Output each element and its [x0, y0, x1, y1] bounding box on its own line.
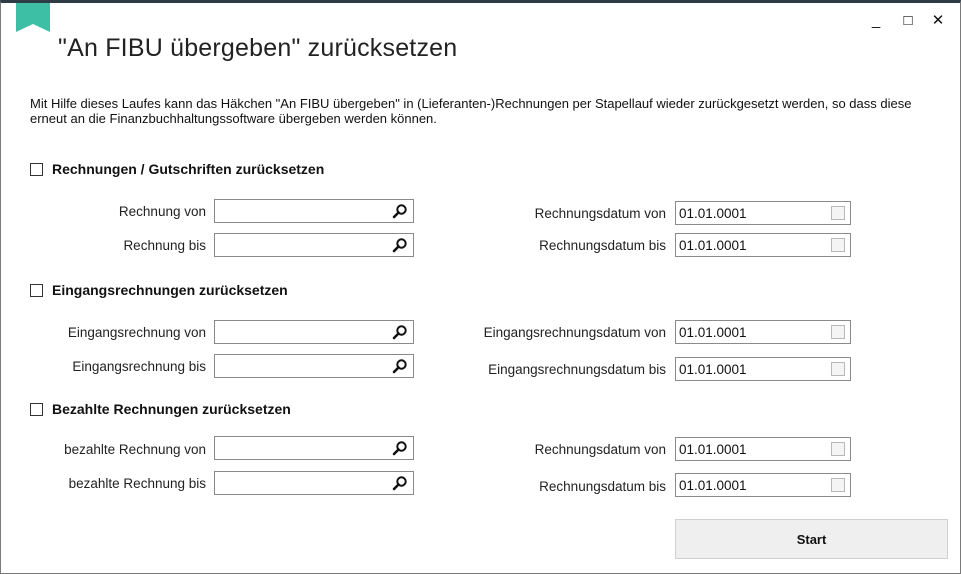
bezahlte-rechnung-bis-input[interactable] — [214, 471, 414, 495]
section-rechnungen[interactable]: Rechnungen / Gutschriften zurücksetzen — [30, 161, 324, 177]
calendar-icon[interactable] — [831, 238, 845, 252]
section-bezahlte-rechnungen[interactable]: Bezahlte Rechnungen zurücksetzen — [30, 401, 291, 417]
label-rechnung-von: Rechnung von — [118, 204, 206, 219]
date-value: 01.01.0001 — [679, 362, 747, 377]
label-bezahlte-rechnung-bis: bezahlte Rechnung bis — [68, 476, 206, 491]
checkbox-bezahlte-rechnungen[interactable] — [30, 402, 43, 416]
section-label: Eingangsrechnungen zurücksetzen — [52, 282, 288, 298]
rechnung-bis-input[interactable] — [214, 233, 414, 257]
search-icon[interactable] — [392, 440, 408, 456]
date-value: 01.01.0001 — [679, 206, 747, 221]
label-bezahlt-rechnungsdatum-von: Rechnungsdatum von — [534, 442, 666, 457]
search-icon[interactable] — [392, 475, 408, 491]
eingangsrechnungsdatum-bis-field[interactable]: 01.01.0001 — [675, 357, 851, 381]
rechnung-von-input[interactable] — [214, 199, 414, 223]
bezahlte-rechnung-von-input[interactable] — [214, 436, 414, 460]
label-eingangsrechnungsdatum-bis: Eingangsrechnungsdatum bis — [488, 362, 666, 377]
label-eingangsrechnung-von: Eingangsrechnung von — [67, 325, 206, 340]
bezahlt-rechnungsdatum-von-field[interactable]: 01.01.0001 — [675, 437, 851, 461]
label-rechnungsdatum-von: Rechnungsdatum von — [534, 206, 666, 221]
section-eingangsrechnungen[interactable]: Eingangsrechnungen zurücksetzen — [30, 282, 288, 298]
label-eingangsrechnung-bis: Eingangsrechnung bis — [72, 359, 206, 374]
search-icon[interactable] — [392, 203, 408, 219]
search-icon[interactable] — [392, 324, 408, 340]
calendar-icon[interactable] — [831, 442, 845, 456]
rechnungsdatum-von-field[interactable]: 01.01.0001 — [675, 201, 851, 225]
search-icon[interactable] — [392, 358, 408, 374]
calendar-icon[interactable] — [831, 325, 845, 339]
eingangsrechnung-bis-input[interactable] — [214, 354, 414, 378]
label-bezahlt-rechnungsdatum-bis: Rechnungsdatum bis — [539, 479, 666, 494]
label-rechnung-bis: Rechnung bis — [123, 238, 206, 253]
close-button[interactable]: ✕ — [925, 9, 951, 33]
minimize-button[interactable]: _ — [863, 9, 889, 33]
checkbox-rechnungen[interactable] — [30, 162, 43, 176]
rechnungsdatum-bis-field[interactable]: 01.01.0001 — [675, 233, 851, 257]
start-button[interactable]: Start — [675, 519, 948, 559]
label-eingangsrechnungsdatum-von: Eingangsrechnungsdatum von — [483, 325, 666, 340]
dialog-window: _ □ ✕ "An FIBU übergeben" zurücksetzen M… — [0, 0, 961, 574]
search-icon[interactable] — [392, 237, 408, 253]
section-label: Rechnungen / Gutschriften zurücksetzen — [52, 161, 325, 177]
label-bezahlte-rechnung-von: bezahlte Rechnung von — [64, 442, 206, 457]
date-value: 01.01.0001 — [679, 238, 747, 253]
eingangsrechnung-von-input[interactable] — [214, 320, 414, 344]
eingangsrechnungsdatum-von-field[interactable]: 01.01.0001 — [675, 320, 851, 344]
calendar-icon[interactable] — [831, 206, 845, 220]
maximize-button[interactable]: □ — [895, 9, 921, 33]
calendar-icon[interactable] — [831, 478, 845, 492]
label-rechnungsdatum-bis: Rechnungsdatum bis — [539, 238, 666, 253]
date-value: 01.01.0001 — [679, 478, 747, 493]
dialog-title: "An FIBU übergeben" zurücksetzen — [58, 34, 458, 62]
date-value: 01.01.0001 — [679, 325, 747, 340]
bookmark-icon — [16, 3, 50, 32]
calendar-icon[interactable] — [831, 362, 845, 376]
checkbox-eingangsrechnungen[interactable] — [30, 283, 43, 297]
bezahlt-rechnungsdatum-bis-field[interactable]: 01.01.0001 — [675, 473, 851, 497]
date-value: 01.01.0001 — [679, 442, 747, 457]
description-text: Mit Hilfe dieses Laufes kann das Häkchen… — [30, 96, 912, 126]
section-label: Bezahlte Rechnungen zurücksetzen — [52, 401, 291, 417]
